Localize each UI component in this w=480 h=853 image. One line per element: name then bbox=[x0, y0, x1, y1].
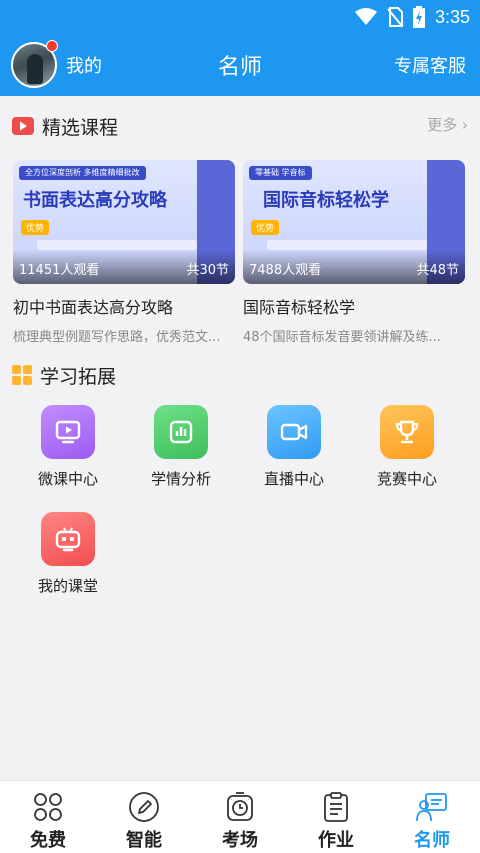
camera-icon bbox=[267, 405, 321, 459]
tool-label: 我的课堂 bbox=[37, 577, 98, 595]
pen-icon bbox=[129, 792, 159, 822]
tab-label: 免费 bbox=[30, 830, 66, 851]
tab-label: 名师 bbox=[414, 830, 450, 851]
course-card[interactable]: 全方位深度剖析 多维度精细批改 书面表达高分攻略 优势 11451人观看 共30… bbox=[13, 160, 235, 345]
tool-label: 学情分析 bbox=[150, 470, 211, 488]
tab-exam-room[interactable]: 考场 bbox=[192, 781, 288, 853]
play-icon bbox=[12, 117, 34, 135]
thumb-badge: 优势 bbox=[21, 220, 50, 235]
battery-charging-icon bbox=[412, 6, 425, 28]
status-bar: 3:35 bbox=[354, 6, 470, 28]
micro-course-center-button[interactable]: 微课中心 bbox=[23, 405, 113, 489]
tool-label: 直播中心 bbox=[263, 470, 324, 488]
top-bar: 3:35 我的 名师 专属客服 bbox=[0, 0, 480, 96]
clipboard-icon bbox=[324, 792, 348, 822]
course-thumbnail[interactable]: 全方位深度剖析 多维度精细批改 书面表达高分攻略 优势 11451人观看 共30… bbox=[13, 160, 235, 284]
classroom-robot-icon bbox=[41, 512, 95, 566]
course-thumbnail[interactable]: 零基础 学音标 国际音标轻松学 优势 7488人观看 共48节 bbox=[243, 160, 465, 284]
course-card[interactable]: 零基础 学音标 国际音标轻松学 优势 7488人观看 共48节 国际音标轻松学 … bbox=[243, 160, 465, 345]
course-title[interactable]: 初中书面表达高分攻略 bbox=[13, 294, 235, 318]
competition-center-button[interactable]: 竞赛中心 bbox=[362, 405, 452, 489]
trophy-icon bbox=[380, 405, 434, 459]
learning-analysis-button[interactable]: 学情分析 bbox=[136, 405, 226, 489]
course-description: 梳理典型例题写作思路，优秀范文... bbox=[13, 330, 221, 345]
bottom-tab-bar: 免费 智能 考场 作业 名师 bbox=[0, 780, 480, 853]
view-count: 7488人观看 bbox=[249, 263, 322, 278]
no-sim-icon bbox=[387, 7, 403, 27]
course-title[interactable]: 国际音标轻松学 bbox=[243, 294, 465, 318]
clock: 3:35 bbox=[434, 6, 470, 27]
thumb-badge: 优势 bbox=[251, 220, 280, 235]
tab-label: 智能 bbox=[126, 830, 162, 851]
tab-label: 作业 bbox=[318, 830, 354, 851]
tab-free[interactable]: 免费 bbox=[0, 781, 96, 853]
lesson-count: 共30节 bbox=[186, 263, 229, 278]
more-courses-link[interactable]: 更多 › bbox=[427, 114, 468, 135]
thumb-tag: 全方位深度剖析 多维度精细批改 bbox=[19, 166, 146, 180]
tab-famous-teacher[interactable]: 名师 bbox=[384, 781, 480, 853]
tab-smart[interactable]: 智能 bbox=[96, 781, 192, 853]
tab-homework[interactable]: 作业 bbox=[288, 781, 384, 853]
course-description: 48个国际音标发音要领讲解及练... bbox=[243, 330, 441, 345]
tool-label: 微课中心 bbox=[37, 470, 98, 488]
grid-icon bbox=[12, 365, 32, 385]
thumb-title: 书面表达高分攻略 bbox=[23, 190, 167, 211]
live-center-button[interactable]: 直播中心 bbox=[249, 405, 339, 489]
tool-label: 竞赛中心 bbox=[376, 470, 437, 488]
timer-icon bbox=[227, 792, 253, 821]
header: 我的 名师 专属客服 bbox=[0, 34, 480, 94]
video-screen-icon bbox=[41, 405, 95, 459]
clover-icon bbox=[34, 793, 62, 821]
wifi-icon bbox=[354, 8, 377, 25]
extension-section-header: 学习拓展 bbox=[12, 361, 116, 389]
featured-section-header: 精选课程 bbox=[12, 112, 118, 140]
customer-service-link[interactable]: 专属客服 bbox=[394, 52, 466, 78]
view-count: 11451人观看 bbox=[19, 263, 100, 278]
bar-chart-icon bbox=[154, 405, 208, 459]
tab-label: 考场 bbox=[222, 830, 258, 851]
thumb-tag: 零基础 学音标 bbox=[249, 166, 312, 180]
extension-section-title: 学习拓展 bbox=[40, 365, 117, 388]
featured-section-title: 精选课程 bbox=[42, 116, 119, 139]
thumb-title: 国际音标轻松学 bbox=[263, 190, 389, 211]
teacher-icon bbox=[416, 793, 447, 822]
my-classroom-button[interactable]: 我的课堂 bbox=[23, 512, 113, 596]
lesson-count: 共48节 bbox=[416, 263, 459, 278]
